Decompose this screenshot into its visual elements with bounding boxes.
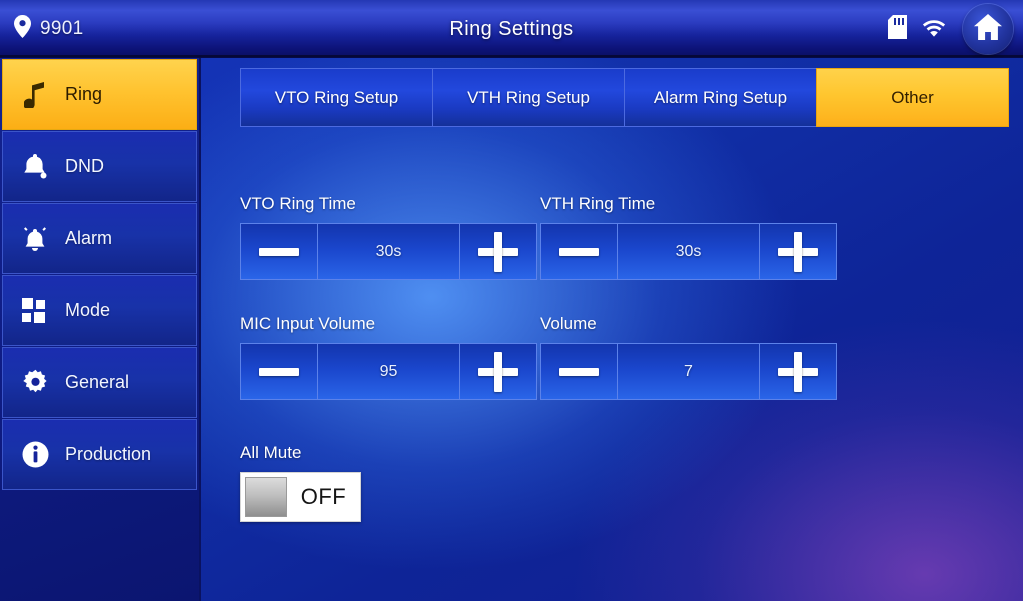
tab-label: Other <box>891 87 934 107</box>
content-panel: VTO Ring Setup VTH Ring Setup Alarm Ring… <box>201 58 1023 601</box>
tab-other[interactable]: Other <box>816 68 1009 127</box>
decrement-button[interactable] <box>240 223 318 280</box>
field-all-mute: All Mute OFF <box>240 443 361 522</box>
field-mic-input-volume: MIC Input Volume 95 <box>240 314 537 400</box>
decrement-button[interactable] <box>540 343 618 400</box>
sidebar-item-dnd[interactable]: DND <box>2 131 197 202</box>
increment-button[interactable] <box>759 223 837 280</box>
minus-icon <box>259 247 299 256</box>
title-bar: 9901 Ring Settings <box>0 0 1023 58</box>
field-vto-ring-time: VTO Ring Time 30s <box>240 194 537 280</box>
sd-card-icon <box>888 14 907 44</box>
home-button[interactable] <box>963 4 1013 54</box>
field-label: VTH Ring Time <box>540 194 656 213</box>
field-label: Volume <box>540 314 597 333</box>
field-label: MIC Input Volume <box>240 314 376 333</box>
alarm-bell-icon <box>21 225 49 253</box>
decrement-button[interactable] <box>240 343 318 400</box>
plus-icon <box>478 231 518 272</box>
sidebar-item-ring[interactable]: Ring <box>2 59 197 130</box>
titlebar-left-group: 9901 <box>14 0 83 58</box>
field-vth-ring-time: VTH Ring Time 30s <box>540 194 837 280</box>
field-volume: Volume 7 <box>540 314 837 400</box>
music-note-icon <box>21 81 49 108</box>
sidebar-item-label: Production <box>65 444 152 464</box>
stepper-mic-input-volume: 95 <box>240 343 537 400</box>
tab-label: VTH Ring Setup <box>467 87 590 107</box>
minus-icon <box>259 367 299 376</box>
minus-icon <box>559 367 599 376</box>
stepper-vth-ring-time: 30s <box>540 223 837 280</box>
stepper-value[interactable]: 30s <box>318 223 459 280</box>
tab-label: VTO Ring Setup <box>274 87 399 107</box>
sidebar-item-production[interactable]: Production <box>2 419 197 490</box>
toggle-state-label: OFF <box>300 484 347 509</box>
sidebar-item-mode[interactable]: Mode <box>2 275 197 346</box>
page-title: Ring Settings <box>449 17 574 40</box>
stepper-volume: 7 <box>540 343 837 400</box>
sidebar-item-label: Mode <box>65 300 111 320</box>
field-label: All Mute <box>240 443 302 462</box>
info-icon <box>21 441 49 468</box>
plus-icon <box>778 231 818 272</box>
tab-label: Alarm Ring Setup <box>653 87 788 107</box>
grid-icon <box>21 297 49 324</box>
field-label: VTO Ring Time <box>240 194 356 213</box>
location-pin-icon <box>14 15 31 43</box>
wifi-icon <box>921 17 947 42</box>
stepper-value[interactable]: 30s <box>618 223 759 280</box>
sidebar-item-label: Alarm <box>65 228 113 248</box>
decrement-button[interactable] <box>540 223 618 280</box>
device-screen: 9901 Ring Settings Ring DND Alarm Mode G… <box>0 0 1023 601</box>
stepper-value[interactable]: 7 <box>618 343 759 400</box>
sidebar-item-label: DND <box>65 156 104 176</box>
tab-vto-ring-setup[interactable]: VTO Ring Setup <box>240 68 432 127</box>
minus-icon <box>559 247 599 256</box>
increment-button[interactable] <box>459 343 537 400</box>
toggle-knob[interactable] <box>245 477 287 517</box>
increment-button[interactable] <box>459 223 537 280</box>
gear-icon <box>21 369 49 396</box>
all-mute-toggle[interactable]: OFF <box>240 472 361 522</box>
tab-alarm-ring-setup[interactable]: Alarm Ring Setup <box>624 68 816 127</box>
tab-bar: VTO Ring Setup VTH Ring Setup Alarm Ring… <box>240 68 1009 127</box>
plus-icon <box>778 351 818 392</box>
increment-button[interactable] <box>759 343 837 400</box>
bell-icon <box>21 153 49 180</box>
titlebar-right-group <box>888 0 1013 58</box>
sidebar-item-alarm[interactable]: Alarm <box>2 203 197 274</box>
sidebar-item-general[interactable]: General <box>2 347 197 418</box>
home-icon <box>973 13 1003 46</box>
stepper-value[interactable]: 95 <box>318 343 459 400</box>
tab-vth-ring-setup[interactable]: VTH Ring Setup <box>432 68 624 127</box>
room-number: 9901 <box>40 18 84 39</box>
stepper-vto-ring-time: 30s <box>240 223 537 280</box>
sidebar: Ring DND Alarm Mode General Production <box>0 58 201 601</box>
sidebar-item-label: Ring <box>65 84 103 104</box>
sidebar-item-label: General <box>65 372 130 392</box>
plus-icon <box>478 351 518 392</box>
